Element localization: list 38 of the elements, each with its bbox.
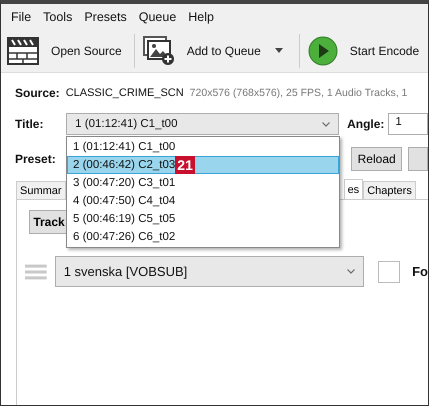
callout-badge: 21 (175, 156, 195, 174)
angle-label: Angle: (347, 117, 386, 131)
tab[interactable]: Chapters (363, 181, 416, 199)
chevron-down-icon (322, 122, 330, 126)
reload-button[interactable]: Reload (351, 147, 402, 171)
menu-item[interactable]: Queue (132, 10, 182, 24)
dropdown-option[interactable]: 5 (00:46:19) C5_t05 (67, 210, 339, 228)
menu-item[interactable]: Tools (37, 10, 78, 24)
menu-item[interactable]: Presets (78, 10, 133, 24)
angle-field[interactable]: 1 (388, 113, 428, 135)
checkbox-label: Fo (412, 264, 428, 279)
toolbar-button[interactable]: Add to Queue (142, 36, 269, 66)
drag-handle-icon[interactable] (25, 264, 47, 280)
dropdown-option[interactable]: 6 (00:47:26) C6_t02 (67, 228, 339, 246)
toolbar-button[interactable]: Start Encode (308, 36, 428, 66)
tab[interactable]: Summar (16, 181, 66, 199)
checkbox[interactable] (378, 260, 400, 282)
clapperboard-icon (7, 36, 39, 64)
toolbar-button[interactable]: Open Source (7, 36, 130, 64)
dropdown-option[interactable]: 4 (00:47:50) C4_t04 (67, 192, 339, 210)
title-dropdown[interactable]: 1 (01:12:41) C1_t00 (66, 113, 340, 135)
source-label: Source: (15, 86, 60, 100)
caret-icon[interactable] (274, 48, 283, 53)
play-icon (308, 36, 338, 66)
dropdown-option[interactable]: 1 (01:12:41) C1_t00 (67, 138, 339, 156)
dropdown-option[interactable]: 3 (00:47:20) C3_t01 (67, 174, 339, 192)
title-label: Title: (15, 117, 44, 131)
subtitle-track-dropdown[interactable]: 1 svenska [VOBSUB] (54, 256, 364, 287)
track-button[interactable]: Track (29, 210, 69, 234)
source-info: 720x576 (768x576), 25 FPS, 1 Audio Tracks, 1 (190, 87, 408, 99)
chevron-down-icon (347, 269, 356, 274)
dropdown-option[interactable]: 2 (00:46:42) C2_t03 21 (67, 156, 339, 174)
tab[interactable]: es (344, 179, 364, 199)
preset-label: Preset: (15, 152, 56, 166)
add-image-icon (142, 36, 175, 66)
source-name: CLASSIC_CRIME_SCN (66, 87, 184, 99)
menu-item[interactable]: Help (182, 10, 220, 24)
menu-item[interactable]: File (5, 10, 38, 24)
